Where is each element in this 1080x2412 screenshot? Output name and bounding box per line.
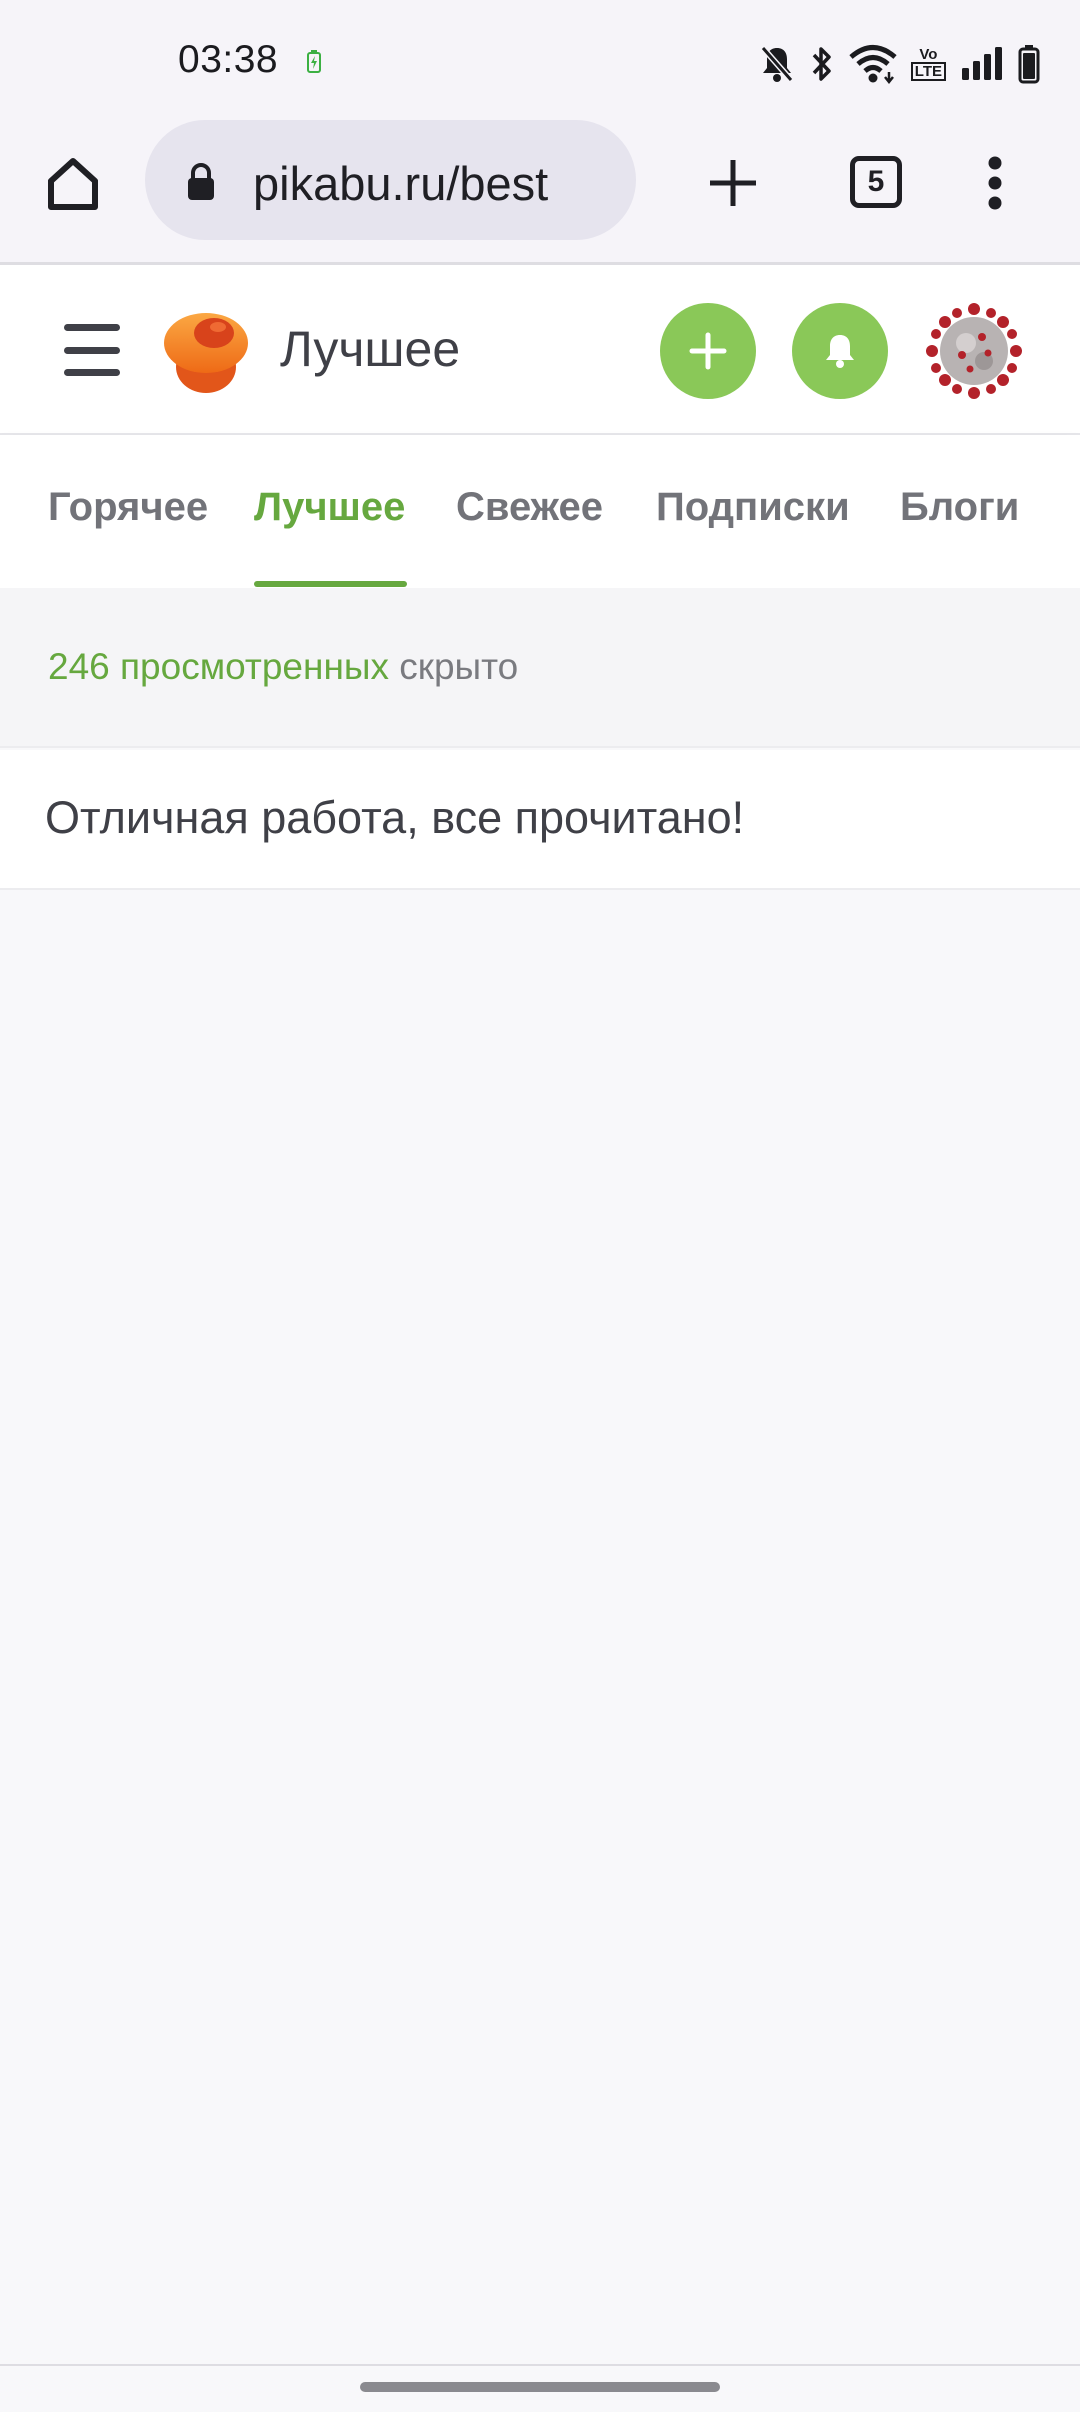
home-button[interactable] xyxy=(40,150,106,216)
hidden-viewed-text: 246 просмотренных скрыто xyxy=(48,646,518,688)
tabs-count: 5 xyxy=(867,165,885,198)
url-text: pikabu.ru/best xyxy=(253,157,549,210)
status-icons: Vo LTE xyxy=(759,40,1040,88)
tab-switcher-button[interactable]: 5 xyxy=(850,156,902,208)
add-post-button[interactable] xyxy=(660,303,756,399)
new-tab-button[interactable] xyxy=(700,150,766,216)
user-avatar[interactable] xyxy=(924,301,1024,401)
bell-icon xyxy=(826,335,854,368)
signal-icon xyxy=(960,46,1004,82)
battery-charging-icon xyxy=(306,50,322,79)
tab-subscriptions[interactable]: Подписки xyxy=(656,485,850,530)
tab-fresh[interactable]: Свежее xyxy=(456,485,603,530)
all-read-notice: Отличная работа, все прочитано! xyxy=(0,750,1080,890)
tab-hot[interactable]: Горячее xyxy=(48,485,208,530)
viewed-posts-link[interactable]: 246 просмотренных xyxy=(48,646,389,687)
mute-icon xyxy=(759,44,795,84)
pikabu-logo-icon[interactable] xyxy=(162,305,250,402)
volte-icon: Vo LTE xyxy=(910,46,946,81)
bluetooth-icon xyxy=(809,44,835,84)
hamburger-line xyxy=(64,324,120,331)
hamburger-line xyxy=(64,346,120,354)
volte-top-text: Vo xyxy=(919,46,938,63)
hamburger-line xyxy=(64,369,120,376)
gesture-navigation-handle[interactable] xyxy=(360,2382,720,2392)
browser-toolbar: pikabu.ru/best 5 xyxy=(0,118,1080,265)
site-header: Лучшее xyxy=(0,265,1080,435)
hamburger-menu-button[interactable] xyxy=(64,320,120,380)
more-vert-icon xyxy=(988,156,1002,210)
browser-menu-button[interactable] xyxy=(980,150,1010,216)
plus-icon xyxy=(689,332,727,370)
bottom-divider xyxy=(0,2364,1080,2366)
all-read-message: Отличная работа, все прочитано! xyxy=(45,792,745,843)
home-icon xyxy=(48,158,98,210)
tab-best[interactable]: Лучшее xyxy=(254,485,405,530)
status-time: 03:38 xyxy=(178,38,279,81)
notifications-button[interactable] xyxy=(792,303,888,399)
hidden-viewed-notice: 246 просмотренных скрыто xyxy=(0,588,1080,748)
hidden-label: скрыто xyxy=(399,646,519,687)
page-title: Лучшее xyxy=(280,321,461,377)
active-tab-indicator xyxy=(254,581,407,587)
category-tabs: Горячее Лучшее Свежее Подписки Блоги xyxy=(0,435,1080,588)
wifi-icon xyxy=(849,44,897,84)
plus-icon xyxy=(710,160,756,206)
tab-blogs[interactable]: Блоги xyxy=(900,485,1019,530)
lock-icon xyxy=(185,162,217,207)
battery-icon xyxy=(1018,44,1040,84)
address-bar[interactable]: pikabu.ru/best xyxy=(145,120,636,240)
status-bar: 03:38 Vo LTE xyxy=(0,0,1080,118)
volte-bottom-text: LTE xyxy=(910,62,946,81)
